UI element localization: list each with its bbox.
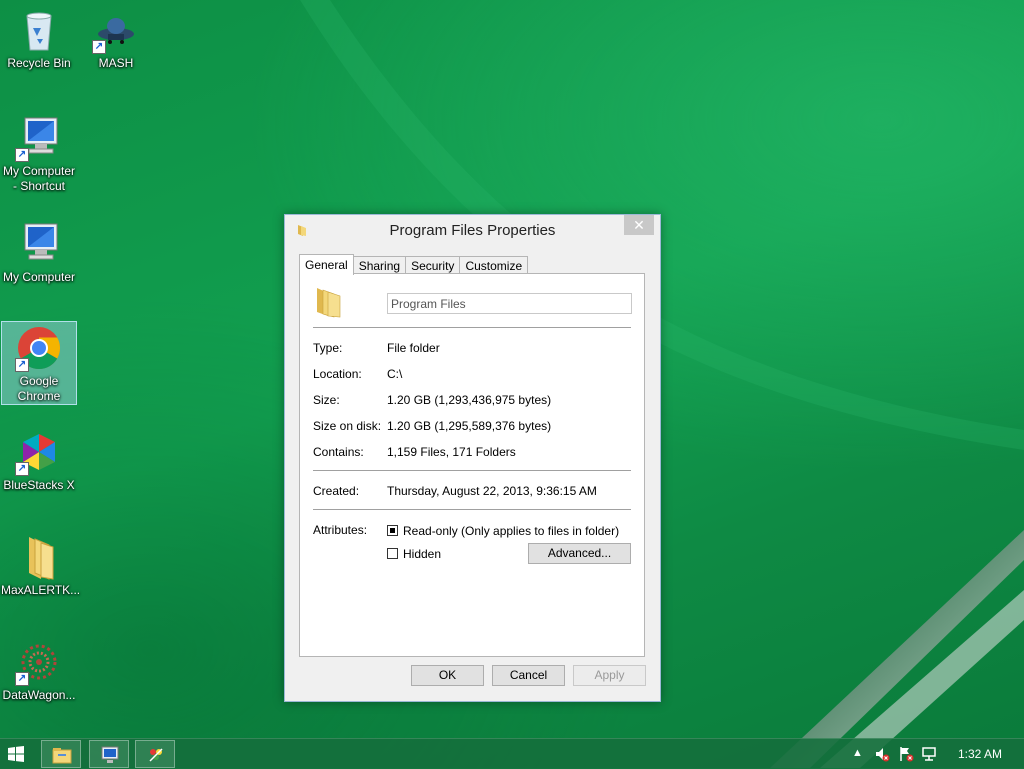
close-button[interactable]: ✕ <box>624 215 654 235</box>
desktop-icon-label: DataWagon... <box>2 688 76 702</box>
advanced-button[interactable]: Advanced... <box>528 543 631 564</box>
location-label: Location: <box>313 367 362 381</box>
attributes-label: Attributes: <box>313 523 368 537</box>
type-label: Type: <box>313 341 343 355</box>
general-tab-panel: Type: File folder Location: C:\ Size: 1.… <box>299 273 645 657</box>
taskbar-paint[interactable] <box>135 740 175 768</box>
desktop-icon-label: Recycle Bin <box>7 56 71 70</box>
size-on-disk-label: Size on disk: <box>313 419 382 433</box>
file-explorer-icon <box>52 748 72 764</box>
cancel-button[interactable]: Cancel <box>492 665 565 686</box>
action-center-flag-icon[interactable] <box>898 746 914 762</box>
apply-button[interactable]: Apply <box>573 665 646 686</box>
properties-dialog: Program Files Properties ✕ General Sharin… <box>284 214 661 702</box>
location-value: C:\ <box>387 367 403 381</box>
created-label: Created: <box>313 484 360 498</box>
volume-muted-icon[interactable] <box>874 746 890 762</box>
type-value: File folder <box>387 341 440 355</box>
desktop-icon-label: MaxALERTK... <box>1 583 81 597</box>
readonly-checkbox[interactable] <box>387 525 398 536</box>
tab-customize[interactable]: Customize <box>459 256 529 274</box>
divider <box>313 327 631 328</box>
desktop-icon-bluestacks-x[interactable]: ↗ BlueStacks X <box>1 428 77 493</box>
tab-strip: General Sharing Security Customize <box>299 253 529 275</box>
folder-icon <box>317 288 341 318</box>
desktop-icon-label: Google Chrome <box>17 374 61 403</box>
desktop-icon-label: MASH <box>98 56 134 70</box>
tab-sharing[interactable]: Sharing <box>352 256 407 274</box>
desktop-icon-google-chrome[interactable]: ↗ Google Chrome <box>1 321 77 405</box>
created-value: Thursday, August 22, 2013, 9:36:15 AM <box>387 484 597 498</box>
taskbar-file-explorer[interactable] <box>41 740 81 768</box>
contains-label: Contains: <box>313 445 364 459</box>
desktop-icon-maxalertk[interactable]: MaxALERTK... <box>1 533 81 598</box>
taskbar-clock[interactable]: 1:32 AM <box>958 747 1002 761</box>
folder-icon <box>29 537 54 580</box>
dialog-title: Program Files Properties <box>389 222 556 239</box>
desktop-icon-my-computer-shortcut[interactable]: ↗ My Computer - Shortcut <box>1 114 77 194</box>
contains-value: 1,159 Files, 171 Folders <box>387 445 516 459</box>
folder-name-input[interactable] <box>387 293 632 314</box>
desktop-icon-mash[interactable]: ↗ MASH <box>78 6 154 71</box>
hidden-label[interactable]: Hidden <box>403 547 441 561</box>
size-label: Size: <box>313 393 340 407</box>
desktop-icon-recycle-bin[interactable]: Recycle Bin <box>1 6 77 71</box>
readonly-label[interactable]: Read-only (Only applies to files in fold… <box>403 524 619 538</box>
tab-security[interactable]: Security <box>405 256 461 274</box>
shortcut-arrow-icon: ↗ <box>92 40 106 54</box>
divider <box>313 509 631 510</box>
network-icon[interactable] <box>921 746 937 762</box>
desktop-icon-datawagon[interactable]: ↗ DataWagon... <box>1 638 77 703</box>
tab-general[interactable]: General <box>299 254 354 275</box>
taskbar: ▲ 1:32 AM <box>0 738 1024 769</box>
desktop-icon-label: My Computer - Shortcut <box>2 164 76 193</box>
show-hidden-icons-icon[interactable]: ▲ <box>852 747 863 759</box>
computer-icon <box>24 223 58 260</box>
taskbar-remote-desktop[interactable] <box>89 740 129 768</box>
remote-desktop-icon <box>101 746 119 763</box>
ok-button[interactable]: OK <box>411 665 484 686</box>
shortcut-arrow-icon: ↗ <box>15 358 29 372</box>
recycle-bin-icon <box>26 12 52 51</box>
desktop-icon-my-computer[interactable]: My Computer <box>1 220 77 285</box>
shortcut-arrow-icon: ↗ <box>15 672 29 686</box>
paint-icon <box>149 748 163 762</box>
hidden-checkbox[interactable] <box>387 548 398 559</box>
desktop-icon-label: BlueStacks X <box>3 478 75 492</box>
shortcut-arrow-icon: ↗ <box>15 148 29 162</box>
shortcut-arrow-icon: ↗ <box>15 462 29 476</box>
dialog-titlebar[interactable]: Program Files Properties ✕ <box>285 215 660 245</box>
windows-start-icon[interactable] <box>8 746 24 762</box>
size-on-disk-value: 1.20 GB (1,295,589,376 bytes) <box>387 419 552 433</box>
size-value: 1.20 GB (1,293,436,975 bytes) <box>387 393 552 407</box>
desktop-icon-label: My Computer <box>2 270 76 284</box>
divider <box>313 470 631 471</box>
